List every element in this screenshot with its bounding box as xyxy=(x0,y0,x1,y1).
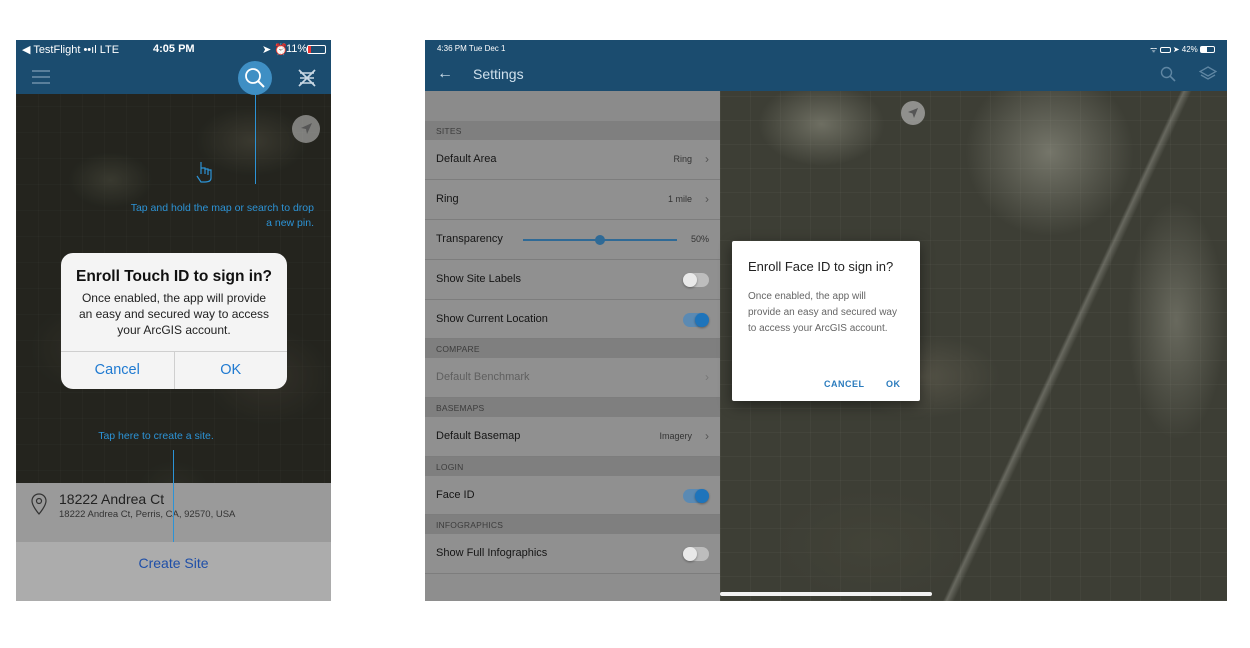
locate-button[interactable] xyxy=(901,101,925,125)
slider-handle[interactable] xyxy=(595,235,605,245)
chevron-right-icon: › xyxy=(705,370,709,384)
page-title: Settings xyxy=(473,66,524,82)
tablet-screen: 4:36 PM Tue Dec 1 ᯤ ➤ 42% ← Settings SIT… xyxy=(425,40,1227,601)
search-icon xyxy=(245,68,265,88)
settings-panel: SITES Default Area Ring › Ring 1 mile › … xyxy=(425,91,720,601)
wifi-icon: ᯤ xyxy=(1150,45,1158,54)
navigation-arrow-icon xyxy=(908,108,918,118)
setting-label: Face ID xyxy=(436,489,475,501)
address-title: 18222 Andrea Ct xyxy=(59,491,165,507)
drop-pin-hint: Tap and hold the map or search to drop a… xyxy=(130,202,314,229)
search-icon[interactable] xyxy=(1160,66,1176,82)
create-site-hint: Tap here to create a site. xyxy=(98,430,214,442)
address-subtitle: 18222 Andrea Ct, Perris, CA, 92570, USA xyxy=(59,509,236,520)
alert-actions: Cancel OK xyxy=(61,351,287,389)
show-full-infographics-toggle[interactable] xyxy=(683,547,709,561)
face-id-toggle[interactable] xyxy=(683,489,709,503)
face-id-dialog: Enroll Face ID to sign in? Once enabled,… xyxy=(732,241,920,401)
tap-hand-icon xyxy=(196,162,212,183)
top-bar: 4:36 PM Tue Dec 1 ᯤ ➤ 42% ← Settings xyxy=(425,40,1227,91)
settings-top-gap xyxy=(425,91,720,121)
chevron-right-icon: › xyxy=(705,429,709,443)
map-pin-icon xyxy=(31,493,47,515)
chevron-right-icon: › xyxy=(705,152,709,166)
ok-button[interactable]: OK xyxy=(886,379,901,389)
section-header-compare: COMPARE xyxy=(425,339,720,358)
setting-value: Imagery xyxy=(659,431,692,441)
locate-button[interactable] xyxy=(292,115,320,143)
setting-show-site-labels: Show Site Labels xyxy=(425,260,720,300)
setting-label: Show Full Infographics xyxy=(436,547,548,559)
location-arrow-icon: ➤ xyxy=(262,44,272,56)
phone-screen: ◀ TestFlight ••ıl LTE 4:05 PM ➤ ⏰ 11% Ta… xyxy=(16,40,331,601)
setting-label: Default Area xyxy=(436,153,497,165)
setting-label: Ring xyxy=(436,193,459,205)
setting-default-basemap[interactable]: Default Basemap Imagery › xyxy=(425,417,720,457)
show-site-labels-toggle[interactable] xyxy=(683,273,709,287)
ok-button[interactable]: OK xyxy=(173,352,288,389)
back-arrow-icon[interactable]: ← xyxy=(437,65,453,83)
battery-icon xyxy=(1200,46,1215,54)
transparency-value: 50% xyxy=(690,234,709,244)
setting-value: Ring xyxy=(673,154,692,164)
setting-value: 1 mile xyxy=(667,194,692,204)
setting-label: Transparency xyxy=(436,233,503,245)
section-header-infographics: INFOGRAPHICS xyxy=(425,515,720,534)
touch-id-alert: Enroll Touch ID to sign in? Once enabled… xyxy=(61,253,287,389)
dialog-title: Enroll Face ID to sign in? xyxy=(748,259,894,274)
status-time: 4:05 PM xyxy=(153,43,195,55)
search-button[interactable] xyxy=(238,61,272,95)
setting-label: Default Benchmark xyxy=(436,371,530,383)
layers-icon[interactable] xyxy=(1199,65,1217,83)
battery-percent: 11% xyxy=(286,43,308,55)
setting-default-benchmark[interactable]: Default Benchmark › xyxy=(425,358,720,398)
setting-label: Show Site Labels xyxy=(436,273,521,285)
disabled-pin-icon[interactable] xyxy=(296,67,318,89)
setting-label: Show Current Location xyxy=(436,313,548,325)
setting-face-id: Face ID xyxy=(425,476,720,515)
carrier-label: ◀ TestFlight ••ıl LTE xyxy=(22,44,120,56)
section-header-login: LOGIN xyxy=(425,457,720,476)
setting-transparency: Transparency 50% xyxy=(425,220,720,260)
navigation-arrow-icon xyxy=(301,123,312,134)
setting-ring[interactable]: Ring 1 mile › xyxy=(425,180,720,220)
vpn-badge-icon xyxy=(1159,46,1171,53)
show-current-location-toggle[interactable] xyxy=(683,313,709,327)
create-site-button[interactable]: Create Site xyxy=(16,555,331,571)
create-guide-line-lower xyxy=(173,483,174,542)
location-arrow-icon: ➤ xyxy=(1172,45,1180,54)
alert-message: Once enabled, the app will provide an ea… xyxy=(78,291,270,337)
section-header-sites: SITES xyxy=(425,121,720,140)
create-site-bar[interactable]: Create Site xyxy=(16,542,331,601)
cancel-button[interactable]: CANCEL xyxy=(824,379,865,389)
cancel-button[interactable]: Cancel xyxy=(61,352,174,389)
nav-bar xyxy=(16,60,331,95)
setting-label: Default Basemap xyxy=(436,430,521,442)
setting-default-area[interactable]: Default Area Ring › xyxy=(425,140,720,180)
status-right: ᯤ ➤ 42% xyxy=(1150,44,1215,55)
hint-guide-line xyxy=(255,94,256,184)
section-header-basemaps: BASEMAPS xyxy=(425,398,720,417)
setting-show-full-infographics: Show Full Infographics xyxy=(425,534,720,574)
status-bar: ◀ TestFlight ••ıl LTE 4:05 PM ➤ ⏰ 11% xyxy=(16,40,331,60)
alert-title: Enroll Touch ID to sign in? xyxy=(75,268,273,285)
chevron-right-icon: › xyxy=(705,192,709,206)
home-indicator[interactable] xyxy=(720,592,932,596)
dialog-message: Once enabled, the app will provide an ea… xyxy=(748,291,897,334)
setting-show-current-location: Show Current Location xyxy=(425,300,720,339)
battery-percent: 42% xyxy=(1181,45,1198,54)
transparency-slider[interactable] xyxy=(523,235,677,245)
battery-icon xyxy=(307,45,326,54)
menu-icon[interactable] xyxy=(32,70,50,84)
status-time: 4:36 PM Tue Dec 1 xyxy=(437,44,506,53)
